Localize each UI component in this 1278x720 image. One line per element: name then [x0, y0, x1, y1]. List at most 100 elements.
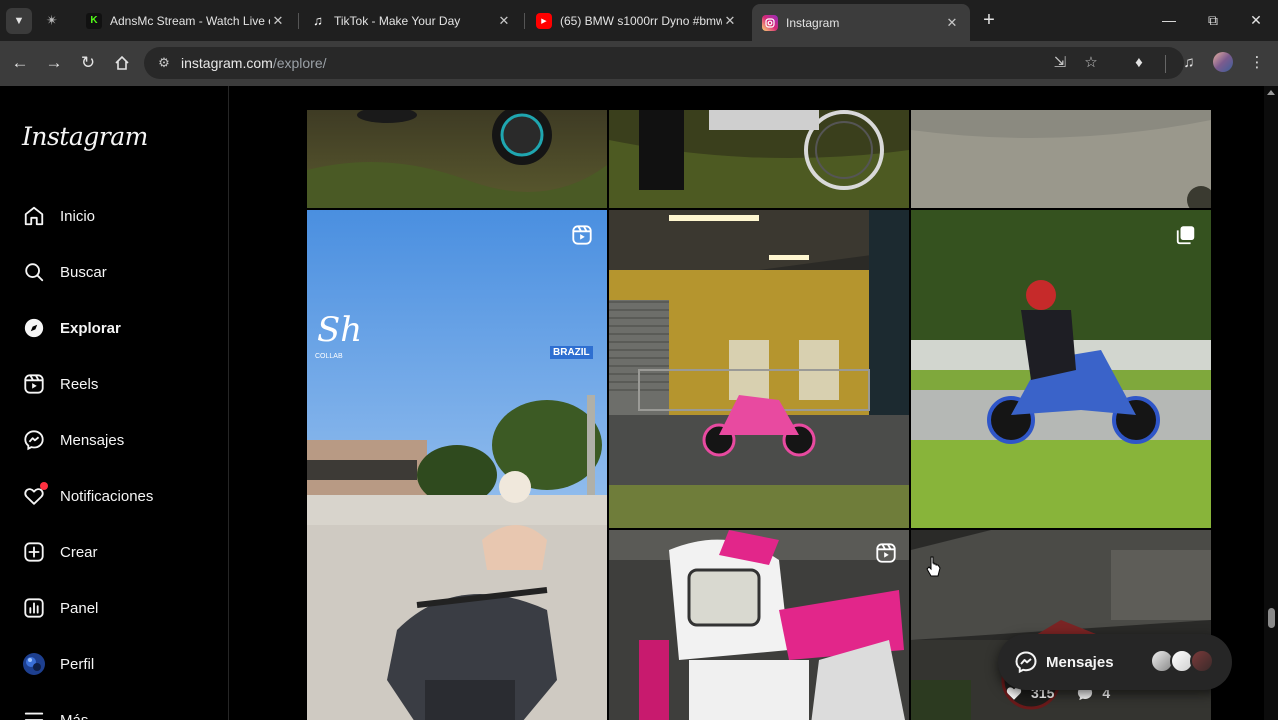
tab-group-icon[interactable]: ✴ — [46, 12, 58, 29]
url-path: /explore/ — [272, 55, 327, 71]
home-button-icon[interactable] — [110, 51, 134, 75]
explore-post-tile[interactable] — [911, 110, 1211, 208]
instagram-logo[interactable]: Instagram — [22, 122, 148, 151]
extensions-icon[interactable]: ♦ — [1128, 52, 1150, 74]
tiktok-icon: ♫ — [313, 13, 323, 28]
reels-icon — [22, 372, 46, 396]
tab-title: AdnsMc Stream - Watch Live on — [110, 13, 270, 28]
sidebar-item-label: Más — [60, 711, 89, 720]
sidebar-item-label: Notificaciones — [60, 487, 154, 505]
sidebar-item-explorar[interactable]: Explorar — [12, 304, 212, 352]
browser-tab-instagram[interactable]: Instagram ✕ — [752, 4, 970, 41]
messenger-icon — [22, 428, 46, 452]
explore-post-tile[interactable] — [307, 110, 607, 208]
window-close-icon[interactable]: ✕ — [1243, 8, 1269, 32]
post-overlay-location: BRAZIL — [550, 346, 593, 359]
install-app-icon[interactable]: ⇲ — [1050, 53, 1070, 73]
tab-separator — [524, 13, 525, 29]
reel-icon — [571, 224, 593, 246]
address-bar[interactable]: ⚙ instagram.com/explore/ ⇲ ☆ — [144, 47, 1184, 79]
close-tab-icon[interactable]: ✕ — [944, 15, 960, 31]
explore-post-tile[interactable] — [609, 530, 909, 720]
compass-icon — [22, 316, 46, 340]
sidebar-item-label: Reels — [60, 375, 99, 393]
sidebar-item-label: Buscar — [60, 263, 107, 281]
instagram-sidebar: Instagram Inicio Buscar Explorar Reels M… — [0, 86, 229, 720]
post-image — [609, 110, 909, 208]
sidebar-item-inicio[interactable]: Inicio — [12, 192, 212, 240]
heart-icon — [22, 482, 48, 508]
instagram-icon — [762, 14, 778, 31]
back-icon[interactable]: ← — [8, 51, 32, 75]
browser-profile-avatar[interactable] — [1213, 52, 1233, 72]
site-settings-icon[interactable]: ⚙ — [154, 53, 174, 73]
sidebar-item-label: Inicio — [60, 207, 96, 225]
browser-tab-youtube[interactable]: ▶ (65) BMW s1000rr Dyno #bmw ✕ — [526, 0, 748, 41]
sidebar-item-notificaciones[interactable]: Notificaciones — [12, 472, 212, 520]
post-image — [307, 110, 607, 208]
close-tab-icon[interactable]: ✕ — [496, 13, 512, 29]
url-text[interactable]: instagram.com/explore/ — [181, 55, 327, 71]
post-overlay-logo: Sh — [317, 310, 363, 350]
scrollbar-thumb[interactable] — [1268, 608, 1275, 628]
messages-floating-button[interactable]: Mensajes — [998, 634, 1232, 690]
carousel-icon — [1175, 224, 1197, 246]
close-tab-icon[interactable]: ✕ — [270, 13, 286, 29]
browser-toolbar: ← → ↻ ⚙ instagram.com/explore/ ⇲ ☆ ♦ ♫ ⋮ — [0, 41, 1278, 86]
messenger-icon — [1014, 650, 1038, 674]
restore-icon[interactable]: ⧉ — [1200, 8, 1226, 32]
plus-square-icon — [22, 540, 46, 564]
explore-post-tile[interactable]: Sh COLLAB BRAZIL — [307, 210, 607, 720]
browser-tab-tiktok[interactable]: ♫ TikTok - Make Your Day ✕ — [300, 0, 522, 41]
kick-icon: K — [86, 12, 102, 29]
search-icon — [22, 260, 46, 284]
sidebar-item-label: Panel — [60, 599, 99, 617]
sidebar-item-mas[interactable]: Más — [12, 696, 212, 720]
sidebar-item-label: Explorar — [60, 319, 121, 337]
tab-separator — [298, 13, 299, 29]
post-image — [911, 210, 1211, 528]
media-controls-icon[interactable]: ♫ — [1178, 52, 1200, 74]
chat-avatar — [1190, 649, 1214, 673]
sidebar-item-label: Mensajes — [60, 431, 125, 449]
browser-tab-kick[interactable]: K AdnsMc Stream - Watch Live on ✕ — [76, 0, 296, 41]
explore-grid: Sh COLLAB BRAZIL — [307, 110, 1212, 720]
youtube-icon: ▶ — [536, 12, 552, 29]
tab-search-button[interactable]: ▼ — [6, 8, 32, 34]
post-image — [307, 210, 607, 720]
explore-post-tile[interactable] — [609, 110, 909, 208]
tab-title: Instagram — [786, 15, 840, 30]
reload-icon[interactable]: ↻ — [76, 51, 100, 75]
bookmark-star-icon[interactable]: ☆ — [1081, 53, 1101, 73]
post-image — [609, 210, 909, 528]
explore-post-tile[interactable] — [609, 210, 909, 528]
sidebar-item-label: Perfil — [60, 655, 95, 673]
dashboard-icon — [22, 596, 46, 620]
instagram-explore-page: Instagram Inicio Buscar Explorar Reels M… — [0, 86, 1278, 720]
home-icon — [22, 204, 46, 228]
forward-icon[interactable]: → — [42, 51, 66, 75]
url-host: instagram.com — [181, 55, 273, 71]
page-scrollbar[interactable] — [1264, 86, 1278, 720]
sidebar-item-perfil[interactable]: Perfil — [12, 640, 212, 688]
minimize-icon[interactable]: — — [1156, 8, 1182, 32]
tab-title: TikTok - Make Your Day — [334, 13, 461, 28]
sidebar-item-panel[interactable]: Panel — [12, 584, 212, 632]
messages-label: Mensajes — [1046, 653, 1114, 671]
browser-tab-strip: ▼ ✴ K AdnsMc Stream - Watch Live on ✕ ♫ … — [0, 0, 1278, 41]
post-image — [911, 110, 1211, 208]
post-overlay-sub: COLLAB — [315, 353, 343, 360]
scroll-up-arrow-icon[interactable] — [1267, 90, 1275, 95]
new-tab-button[interactable]: + — [978, 8, 1000, 32]
browser-menu-icon[interactable]: ⋮ — [1246, 52, 1268, 74]
mouse-cursor-icon — [926, 556, 941, 577]
sidebar-item-crear[interactable]: Crear — [12, 528, 212, 576]
post-image — [609, 530, 909, 720]
sidebar-item-reels[interactable]: Reels — [12, 360, 212, 408]
sidebar-item-buscar[interactable]: Buscar — [12, 248, 212, 296]
close-tab-icon[interactable]: ✕ — [722, 13, 738, 29]
sidebar-item-mensajes[interactable]: Mensajes — [12, 416, 212, 464]
recent-chat-avatars — [1150, 649, 1216, 675]
explore-post-tile[interactable] — [911, 210, 1211, 528]
menu-icon — [22, 708, 46, 720]
